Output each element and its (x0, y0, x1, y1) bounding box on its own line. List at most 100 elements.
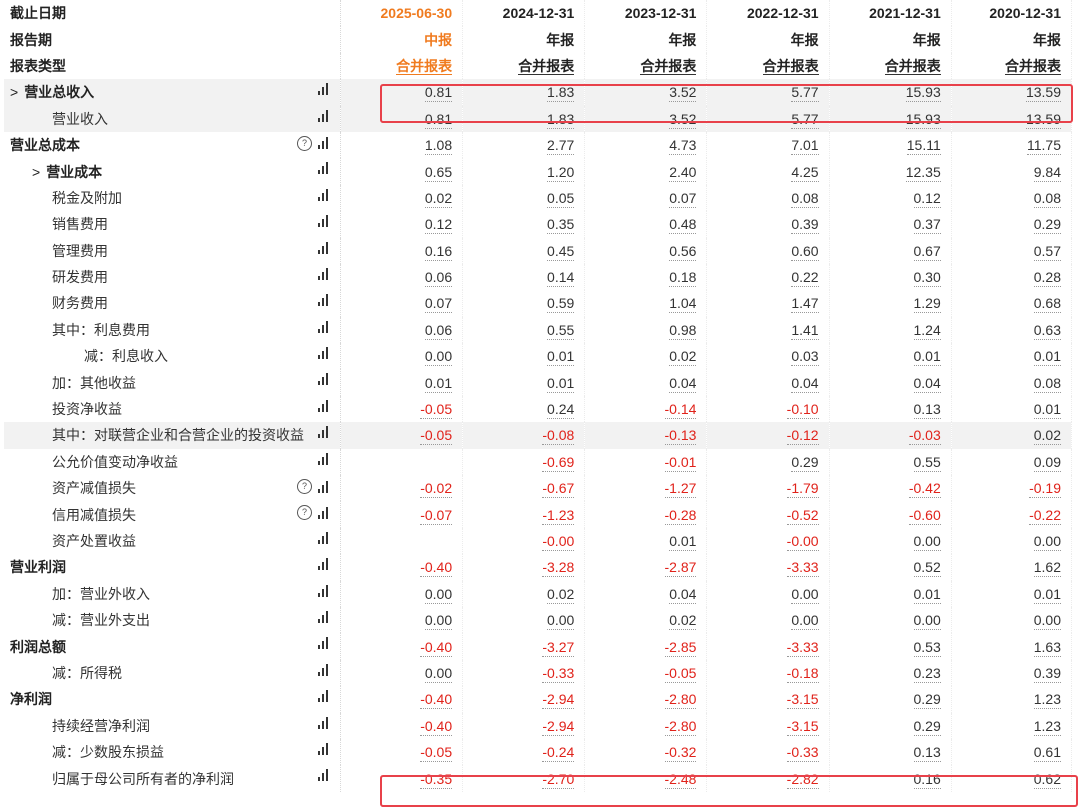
value-cell[interactable]: 0.04 (584, 580, 708, 607)
value-cell[interactable]: -0.07 (339, 501, 464, 528)
value-cell[interactable]: -0.40 (339, 712, 464, 739)
value-cell[interactable]: 0.01 (829, 580, 952, 607)
value-cell[interactable]: 0.00 (829, 527, 952, 555)
value-cell[interactable]: -0.35 (339, 765, 464, 792)
value-cell[interactable]: 4.73 (584, 131, 708, 159)
value-cell[interactable]: 0.09 (951, 448, 1073, 476)
bar-chart-icon[interactable] (317, 83, 330, 96)
value-cell[interactable]: 0.52 (829, 554, 952, 581)
value-cell[interactable]: 0.00 (829, 606, 952, 634)
table-row[interactable]: 资产处置收益 -0.00 0.01 -0.00 0.00 0.00 (4, 527, 1073, 555)
header-type[interactable]: 合并报表 (829, 52, 952, 80)
bar-chart-icon[interactable] (317, 267, 330, 280)
table-row[interactable]: 销售费用 0.12 0.35 0.48 0.39 0.37 0.29 (4, 211, 1073, 238)
value-cell[interactable]: -0.05 (339, 738, 464, 766)
value-cell[interactable]: -0.10 (706, 395, 830, 423)
value-cell[interactable]: -3.15 (706, 712, 830, 739)
bar-chart-icon[interactable] (317, 399, 330, 412)
bar-chart-icon[interactable] (317, 584, 330, 597)
value-cell[interactable]: 0.04 (706, 369, 830, 396)
help-icon[interactable]: ? (296, 135, 312, 151)
value-cell[interactable]: 0.81 (339, 105, 464, 132)
table-row[interactable]: 净利润 -0.40 -2.94 -2.80 -3.15 0.29 1.23 (4, 686, 1073, 713)
value-cell[interactable]: 0.00 (339, 343, 464, 370)
value-cell[interactable]: 0.01 (462, 343, 586, 370)
value-cell[interactable]: 0.18 (584, 263, 708, 291)
value-cell[interactable]: 0.02 (584, 343, 708, 370)
value-cell[interactable]: -2.48 (584, 765, 708, 792)
value-cell[interactable]: -0.42 (829, 475, 952, 502)
value-cell[interactable]: 0.63 (951, 316, 1073, 344)
value-cell[interactable]: 2.77 (462, 131, 586, 159)
value-cell[interactable]: 0.07 (339, 290, 464, 317)
bar-chart-icon[interactable] (317, 742, 330, 755)
table-row[interactable]: 加：其他收益 0.01 0.01 0.04 0.04 0.04 0.08 (4, 369, 1073, 396)
value-cell[interactable]: 0.16 (829, 765, 952, 792)
value-cell[interactable]: 9.84 (951, 158, 1073, 185)
table-row[interactable]: 其中：利息费用 0.06 0.55 0.98 1.41 1.24 0.63 (4, 316, 1073, 344)
bar-chart-icon[interactable] (317, 320, 330, 333)
value-cell[interactable]: -0.32 (584, 738, 708, 766)
value-cell[interactable]: 1.41 (706, 316, 830, 344)
value-cell[interactable]: -0.05 (584, 659, 708, 687)
value-cell[interactable]: 0.56 (584, 237, 708, 264)
value-cell[interactable]: -0.33 (706, 738, 830, 766)
value-cell[interactable]: 0.04 (584, 369, 708, 396)
row-label[interactable]: > 营业成本 (32, 162, 102, 182)
value-cell[interactable]: 0.12 (339, 211, 464, 238)
value-cell[interactable]: 0.06 (339, 316, 464, 344)
value-cell[interactable]: 0.08 (951, 369, 1073, 396)
value-cell[interactable]: -0.00 (462, 527, 586, 555)
value-cell[interactable]: 0.05 (462, 184, 586, 212)
value-cell[interactable]: -0.00 (706, 527, 830, 555)
value-cell[interactable]: -0.05 (339, 395, 464, 423)
bar-chart-icon[interactable] (317, 690, 330, 703)
value-cell[interactable]: 0.03 (706, 343, 830, 370)
table-row[interactable]: 加：营业外收入 0.00 0.02 0.04 0.00 0.01 0.01 (4, 580, 1073, 607)
value-cell[interactable]: 0.29 (951, 211, 1073, 238)
value-cell[interactable]: -2.87 (584, 554, 708, 581)
value-cell[interactable]: 0.14 (462, 263, 586, 291)
bar-chart-icon[interactable] (317, 637, 330, 650)
value-cell[interactable]: 0.39 (706, 211, 830, 238)
bar-chart-icon[interactable] (317, 347, 330, 360)
value-cell[interactable]: -0.69 (462, 448, 586, 476)
table-row[interactable]: 管理费用 0.16 0.45 0.56 0.60 0.67 0.57 (4, 237, 1073, 264)
header-type[interactable]: 合并报表 (339, 52, 464, 80)
value-cell[interactable]: 0.02 (584, 606, 708, 634)
value-cell[interactable]: 7.01 (706, 131, 830, 159)
header-type[interactable]: 合并报表 (462, 52, 586, 80)
chevron-right-icon[interactable]: > (32, 164, 40, 180)
value-cell[interactable]: 0.29 (829, 686, 952, 713)
value-cell[interactable]: 0.98 (584, 316, 708, 344)
value-cell[interactable]: 0.00 (339, 606, 464, 634)
help-icon[interactable]: ? (296, 479, 312, 495)
value-cell[interactable]: 11.75 (951, 131, 1073, 159)
value-cell[interactable]: 0.39 (951, 659, 1073, 687)
bar-chart-icon[interactable] (317, 531, 330, 544)
value-cell[interactable] (339, 448, 464, 476)
value-cell[interactable]: -3.15 (706, 686, 830, 713)
value-cell[interactable]: -0.03 (829, 422, 952, 449)
header-type[interactable]: 合并报表 (951, 52, 1073, 80)
value-cell[interactable]: 0.07 (584, 184, 708, 212)
value-cell[interactable]: 0.35 (462, 211, 586, 238)
header-type[interactable]: 合并报表 (584, 52, 708, 80)
value-cell[interactable]: -0.40 (339, 554, 464, 581)
value-cell[interactable]: 0.23 (829, 659, 952, 687)
bar-chart-icon[interactable] (317, 716, 330, 729)
value-cell[interactable]: -0.05 (339, 422, 464, 449)
value-cell[interactable]: 3.52 (584, 105, 708, 132)
table-row[interactable]: > 营业总收入 0.81 1.83 3.52 5.77 15.93 13.59 (4, 79, 1073, 106)
bar-chart-icon[interactable] (317, 426, 330, 439)
value-cell[interactable]: -3.27 (462, 633, 586, 660)
value-cell[interactable]: -0.02 (339, 475, 464, 502)
value-cell[interactable]: 5.77 (706, 79, 830, 106)
bar-chart-icon[interactable] (317, 452, 330, 465)
value-cell[interactable]: 0.55 (462, 316, 586, 344)
value-cell[interactable]: 0.01 (462, 369, 586, 396)
value-cell[interactable]: -0.33 (462, 659, 586, 687)
table-row[interactable]: 公允价值变动净收益 -0.69 -0.01 0.29 0.55 0.09 (4, 448, 1073, 476)
bar-chart-icon[interactable] (317, 241, 330, 254)
table-row[interactable]: 减：营业外支出 0.00 0.00 0.02 0.00 0.00 0.00 (4, 606, 1073, 634)
